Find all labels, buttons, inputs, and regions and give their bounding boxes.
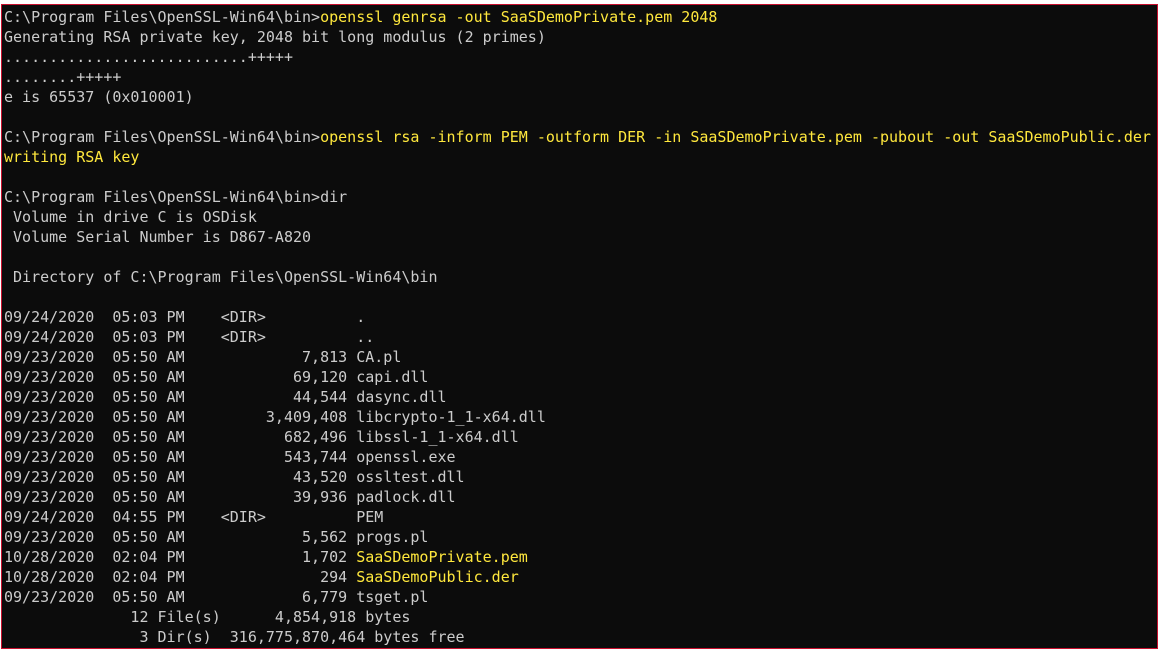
console-text: Directory of C:\Program Files\OpenSSL-Wi…: [4, 268, 438, 286]
console-line: Generating RSA private key, 2048 bit lon…: [4, 27, 1151, 47]
console-line: ........+++++: [4, 67, 1151, 87]
console-line: ...........................+++++: [4, 47, 1151, 67]
console-text: 09/23/2020 05:50 AM 69,120 capi.dll: [4, 368, 429, 386]
console-text: 10/28/2020 02:04 PM 294: [4, 568, 357, 586]
console-line: C:\Program Files\OpenSSL-Win64\bin>opens…: [4, 7, 1151, 27]
console-line: Directory of C:\Program Files\OpenSSL-Wi…: [4, 267, 1151, 287]
console-text: 09/23/2020 05:50 AM 43,520 ossltest.dll: [4, 468, 465, 486]
console-text: ........+++++: [4, 68, 122, 86]
highlighted-text: SaaSDemoPrivate.pem: [356, 548, 528, 566]
console-text: C:\Program Files\OpenSSL-Win64\bin>: [4, 128, 321, 146]
console-line: 09/24/2020 04:55 PM <DIR> PEM: [4, 507, 1151, 527]
console-text: 3 Dir(s) 316,775,870,464 bytes free: [4, 628, 465, 646]
console-output: C:\Program Files\OpenSSL-Win64\bin>opens…: [4, 7, 1151, 647]
console-line: 09/23/2020 05:50 AM 5,562 progs.pl: [4, 527, 1151, 547]
console-text: C:\Program Files\OpenSSL-Win64\bin>: [4, 8, 321, 26]
highlighted-text: writing RSA key: [4, 148, 140, 166]
console-line: 3 Dir(s) 316,775,870,464 bytes free: [4, 627, 1151, 647]
console-text: ...........................+++++: [4, 48, 293, 66]
highlighted-text: openssl rsa -inform PEM -outform DER -in…: [320, 128, 1151, 146]
console-line: Volume in drive C is OSDisk: [4, 207, 1151, 227]
highlighted-text: openssl genrsa -out SaaSDemoPrivate.pem …: [320, 8, 718, 26]
console-line: 09/23/2020 05:50 AM 6,779 tsget.pl: [4, 587, 1151, 607]
console-text: e is 65537 (0x010001): [4, 88, 194, 106]
console-line: 09/23/2020 05:50 AM 44,544 dasync.dll: [4, 387, 1151, 407]
highlighted-text: SaaSDemoPublic.der: [356, 568, 519, 586]
console-line: 10/28/2020 02:04 PM 294 SaaSDemoPublic.d…: [4, 567, 1151, 587]
console-text: 09/24/2020 05:03 PM <DIR> ..: [4, 328, 375, 346]
console-text: 09/23/2020 05:50 AM 44,544 dasync.dll: [4, 388, 447, 406]
console-text: 09/24/2020 04:55 PM <DIR> PEM: [4, 508, 384, 526]
console-text: 09/23/2020 05:50 AM 6,779 tsget.pl: [4, 588, 429, 606]
console-line: 09/23/2020 05:50 AM 682,496 libssl-1_1-x…: [4, 427, 1151, 447]
console-line: 09/24/2020 05:03 PM <DIR> .: [4, 307, 1151, 327]
console-text: 09/23/2020 05:50 AM 7,813 CA.pl: [4, 348, 402, 366]
console-line: Volume Serial Number is D867-A820: [4, 227, 1151, 247]
console-text: 09/24/2020 05:03 PM <DIR> .: [4, 308, 366, 326]
console-line: e is 65537 (0x010001): [4, 87, 1151, 107]
console-line: 10/28/2020 02:04 PM 1,702 SaaSDemoPrivat…: [4, 547, 1151, 567]
console-line: 09/23/2020 05:50 AM 43,520 ossltest.dll: [4, 467, 1151, 487]
console-line: C:\Program Files\OpenSSL-Win64\bin>dir: [4, 187, 1151, 207]
console-text: Volume Serial Number is D867-A820: [4, 228, 312, 246]
console-line: 09/23/2020 05:50 AM 7,813 CA.pl: [4, 347, 1151, 367]
console-text: 09/23/2020 05:50 AM 682,496 libssl-1_1-x…: [4, 428, 519, 446]
console-text: 12 File(s) 4,854,918 bytes: [4, 608, 411, 626]
console-text: C:\Program Files\OpenSSL-Win64\bin>dir: [4, 188, 348, 206]
console-text: Volume in drive C is OSDisk: [4, 208, 257, 226]
console-line: C:\Program Files\OpenSSL-Win64\bin>opens…: [4, 127, 1151, 147]
console-line: writing RSA key: [4, 147, 1151, 167]
console-text: 09/23/2020 05:50 AM 39,936 padlock.dll: [4, 488, 456, 506]
console-window[interactable]: C:\Program Files\OpenSSL-Win64\bin>opens…: [1, 4, 1158, 649]
console-text: 09/23/2020 05:50 AM 3,409,408 libcrypto-…: [4, 408, 546, 426]
console-line: 09/23/2020 05:50 AM 39,936 padlock.dll: [4, 487, 1151, 507]
console-line: 09/23/2020 05:50 AM 3,409,408 libcrypto-…: [4, 407, 1151, 427]
console-text: 09/23/2020 05:50 AM 543,744 openssl.exe: [4, 448, 456, 466]
console-text: 09/23/2020 05:50 AM 5,562 progs.pl: [4, 528, 429, 546]
console-line: 12 File(s) 4,854,918 bytes: [4, 607, 1151, 627]
console-text: Generating RSA private key, 2048 bit lon…: [4, 28, 546, 46]
console-line: 09/23/2020 05:50 AM 543,744 openssl.exe: [4, 447, 1151, 467]
console-line: 09/23/2020 05:50 AM 69,120 capi.dll: [4, 367, 1151, 387]
console-text: 10/28/2020 02:04 PM 1,702: [4, 548, 357, 566]
console-line: 09/24/2020 05:03 PM <DIR> ..: [4, 327, 1151, 347]
